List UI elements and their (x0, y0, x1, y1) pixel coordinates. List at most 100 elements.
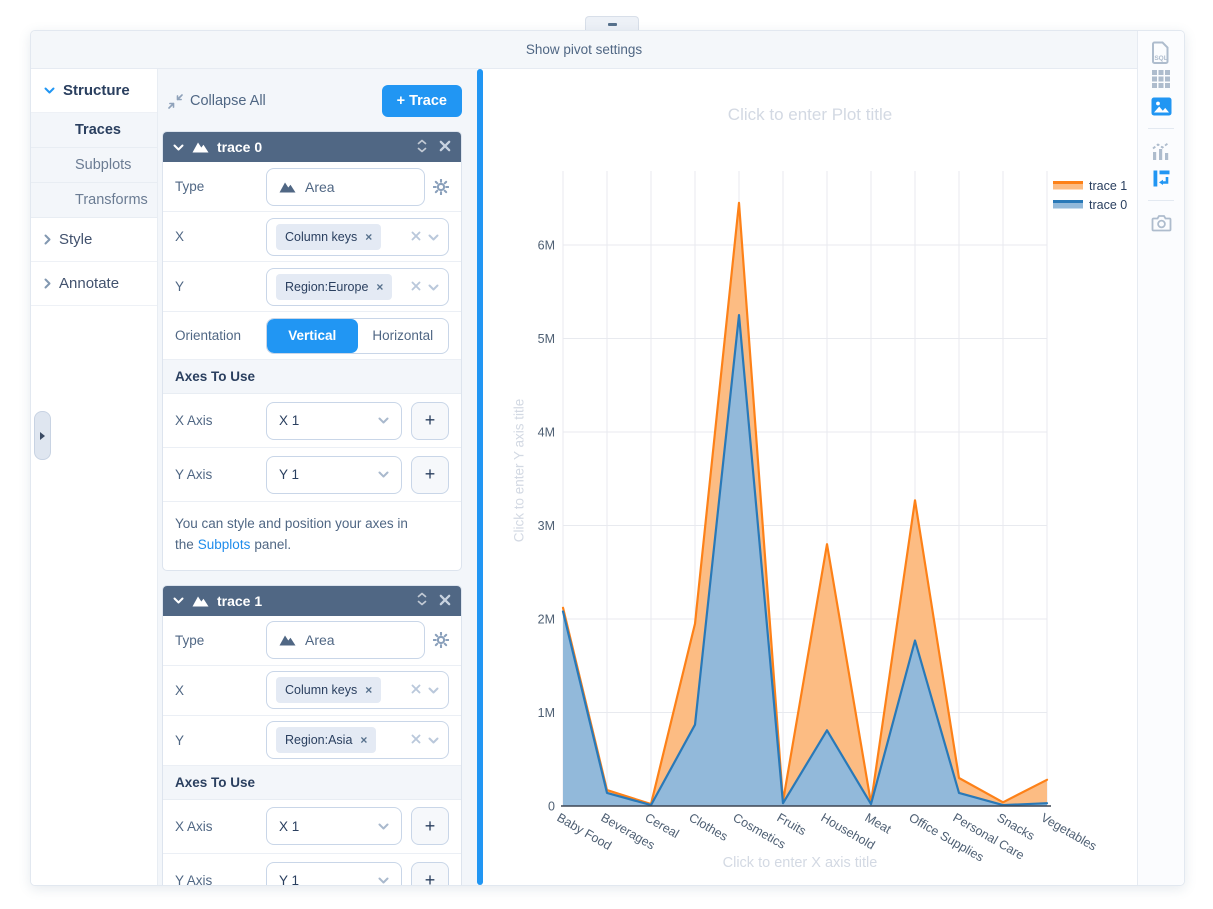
subplots-link[interactable]: Subplots (198, 537, 251, 552)
remove-chip-icon[interactable]: × (360, 733, 367, 747)
trace-type-value: Area (305, 179, 335, 195)
field-label: X Axis (175, 413, 266, 428)
orientation-horizontal-button[interactable]: Horizontal (358, 319, 449, 353)
y-axis-select[interactable]: Y 1 (266, 456, 402, 494)
area-chart[interactable]: 01M2M3M4M5M6MBaby FoodBeveragesCerealClo… (483, 69, 1139, 886)
open-dropdown-icon[interactable] (428, 278, 439, 296)
add-x-axis-button[interactable]: + (411, 402, 449, 440)
delete-trace-button[interactable] (439, 139, 451, 155)
selected-column-chip[interactable]: Region:Europe × (276, 274, 392, 300)
x-tick-label: Meat (863, 810, 895, 836)
selected-column-chip[interactable]: Column keys × (276, 224, 381, 250)
delete-trace-button[interactable] (439, 593, 451, 609)
remove-chip-icon[interactable]: × (376, 280, 383, 294)
y-tick-label: 5M (538, 332, 555, 346)
clear-selection-icon[interactable] (411, 731, 421, 749)
sidebar-group-structure[interactable]: Structure (31, 69, 157, 113)
x-axis-title-placeholder[interactable]: Click to enter X axis title (483, 855, 1117, 871)
x-data-multiselect[interactable]: Column keys × (266, 218, 449, 256)
chevron-right-icon (44, 234, 51, 245)
table-grid-icon[interactable] (1148, 68, 1174, 90)
rail-divider (1148, 200, 1174, 201)
chevron-down-icon (378, 823, 389, 830)
chevron-down-icon (378, 471, 389, 478)
remove-chip-icon[interactable]: × (365, 230, 372, 244)
plot-area: 01M2M3M4M5M6MBaby FoodBeveragesCerealClo… (483, 69, 1137, 885)
orientation-row: Orientation Vertical Horizontal (163, 312, 461, 360)
sidebar-item-traces[interactable]: Traces (31, 113, 157, 148)
remove-chip-icon[interactable]: × (365, 683, 372, 697)
reorder-trace-button[interactable] (417, 592, 427, 609)
chart-image-icon[interactable] (1148, 95, 1174, 117)
add-x-axis-button[interactable]: + (411, 807, 449, 845)
y-axis-select[interactable]: Y 1 (266, 862, 402, 885)
orientation-vertical-button[interactable]: Vertical (267, 319, 358, 353)
legend-label[interactable]: trace 0 (1089, 198, 1127, 212)
trace-type-row: Type Area (163, 616, 461, 666)
sidebar-group-label: Structure (63, 82, 130, 99)
trace-type-settings-button[interactable] (433, 179, 449, 195)
trend-chart-icon[interactable] (1148, 140, 1174, 162)
trace-type-dropdown[interactable]: Area (266, 168, 425, 206)
collapse-all-button[interactable]: Collapse All (168, 93, 266, 109)
open-dropdown-icon[interactable] (428, 228, 439, 246)
y-data-multiselect[interactable]: Region:Europe × (266, 268, 449, 306)
trace-type-settings-button[interactable] (433, 632, 449, 648)
x-tick-label: Vegetables (1039, 810, 1100, 853)
sidebar-item-label: Subplots (75, 157, 131, 173)
pivot-icon[interactable] (1148, 167, 1174, 189)
clear-selection-icon[interactable] (411, 278, 421, 296)
sidebar-group-label: Style (59, 231, 92, 248)
show-pivot-settings-link[interactable]: Show pivot settings (526, 42, 642, 57)
x-data-multiselect[interactable]: Column keys × (266, 671, 449, 709)
arrow-right-icon (40, 432, 45, 440)
add-y-axis-button[interactable]: + (411, 456, 449, 494)
trace-x-row: X Column keys × (163, 666, 461, 716)
area-fill-trace-1[interactable] (563, 203, 1047, 806)
selected-column-chip[interactable]: Column keys × (276, 677, 381, 703)
trace-panel-header[interactable]: trace 0 (163, 132, 461, 162)
chevron-down-icon (378, 471, 389, 478)
plot-title-placeholder[interactable]: Click to enter Plot title (483, 105, 1137, 125)
sidebar-item-label: Transforms (75, 192, 148, 208)
clear-selection-icon[interactable] (411, 228, 421, 246)
field-label: Y (175, 279, 266, 294)
field-label: X Axis (175, 819, 266, 834)
y-data-multiselect[interactable]: Region:Asia × (266, 721, 449, 759)
x-axis-select[interactable]: X 1 (266, 402, 402, 440)
right-toolbar: SQL (1137, 31, 1184, 885)
field-label: Orientation (175, 328, 266, 343)
chevron-down-icon (378, 877, 389, 884)
camera-icon[interactable] (1148, 212, 1174, 234)
clear-selection-icon[interactable] (411, 681, 421, 699)
chevron-down-icon (44, 87, 55, 94)
trace-type-row: Type Area (163, 162, 461, 212)
open-dropdown-icon[interactable] (428, 731, 439, 749)
rail-divider (1148, 128, 1174, 129)
trace-panel: trace 0 Type Area X Column keys (162, 131, 462, 571)
collapse-icon (168, 94, 183, 109)
sidebar-collapse-handle[interactable] (34, 411, 51, 460)
trace-panel-header[interactable]: trace 1 (163, 586, 461, 616)
drag-handle-icon (608, 23, 617, 26)
trace-config-column: Collapse All + Trace trace 0 Type (158, 69, 477, 885)
open-dropdown-icon[interactable] (428, 681, 439, 699)
sql-icon[interactable]: SQL (1148, 41, 1174, 63)
add-y-axis-button[interactable]: + (411, 862, 449, 885)
sidebar-group-style[interactable]: Style (31, 218, 157, 262)
selected-column-chip[interactable]: Region:Asia × (276, 727, 376, 753)
x-axis-select[interactable]: X 1 (266, 807, 402, 845)
reorder-trace-button[interactable] (417, 139, 427, 156)
sidebar-item-subplots[interactable]: Subplots (31, 148, 157, 183)
y-axis-title-placeholder[interactable]: Click to enter Y axis title (512, 371, 527, 571)
legend-label[interactable]: trace 1 (1089, 179, 1127, 193)
pivot-drawer-handle[interactable] (585, 16, 639, 31)
sidebar-group-annotate[interactable]: Annotate (31, 262, 157, 306)
svg-text:SQL: SQL (1154, 55, 1167, 62)
gear-icon[interactable] (433, 632, 449, 648)
gear-icon[interactable] (433, 179, 449, 195)
area-trace-icon (279, 181, 296, 193)
add-trace-button[interactable]: + Trace (382, 85, 462, 117)
sidebar-item-transforms[interactable]: Transforms (31, 183, 157, 218)
trace-type-dropdown[interactable]: Area (266, 621, 425, 659)
